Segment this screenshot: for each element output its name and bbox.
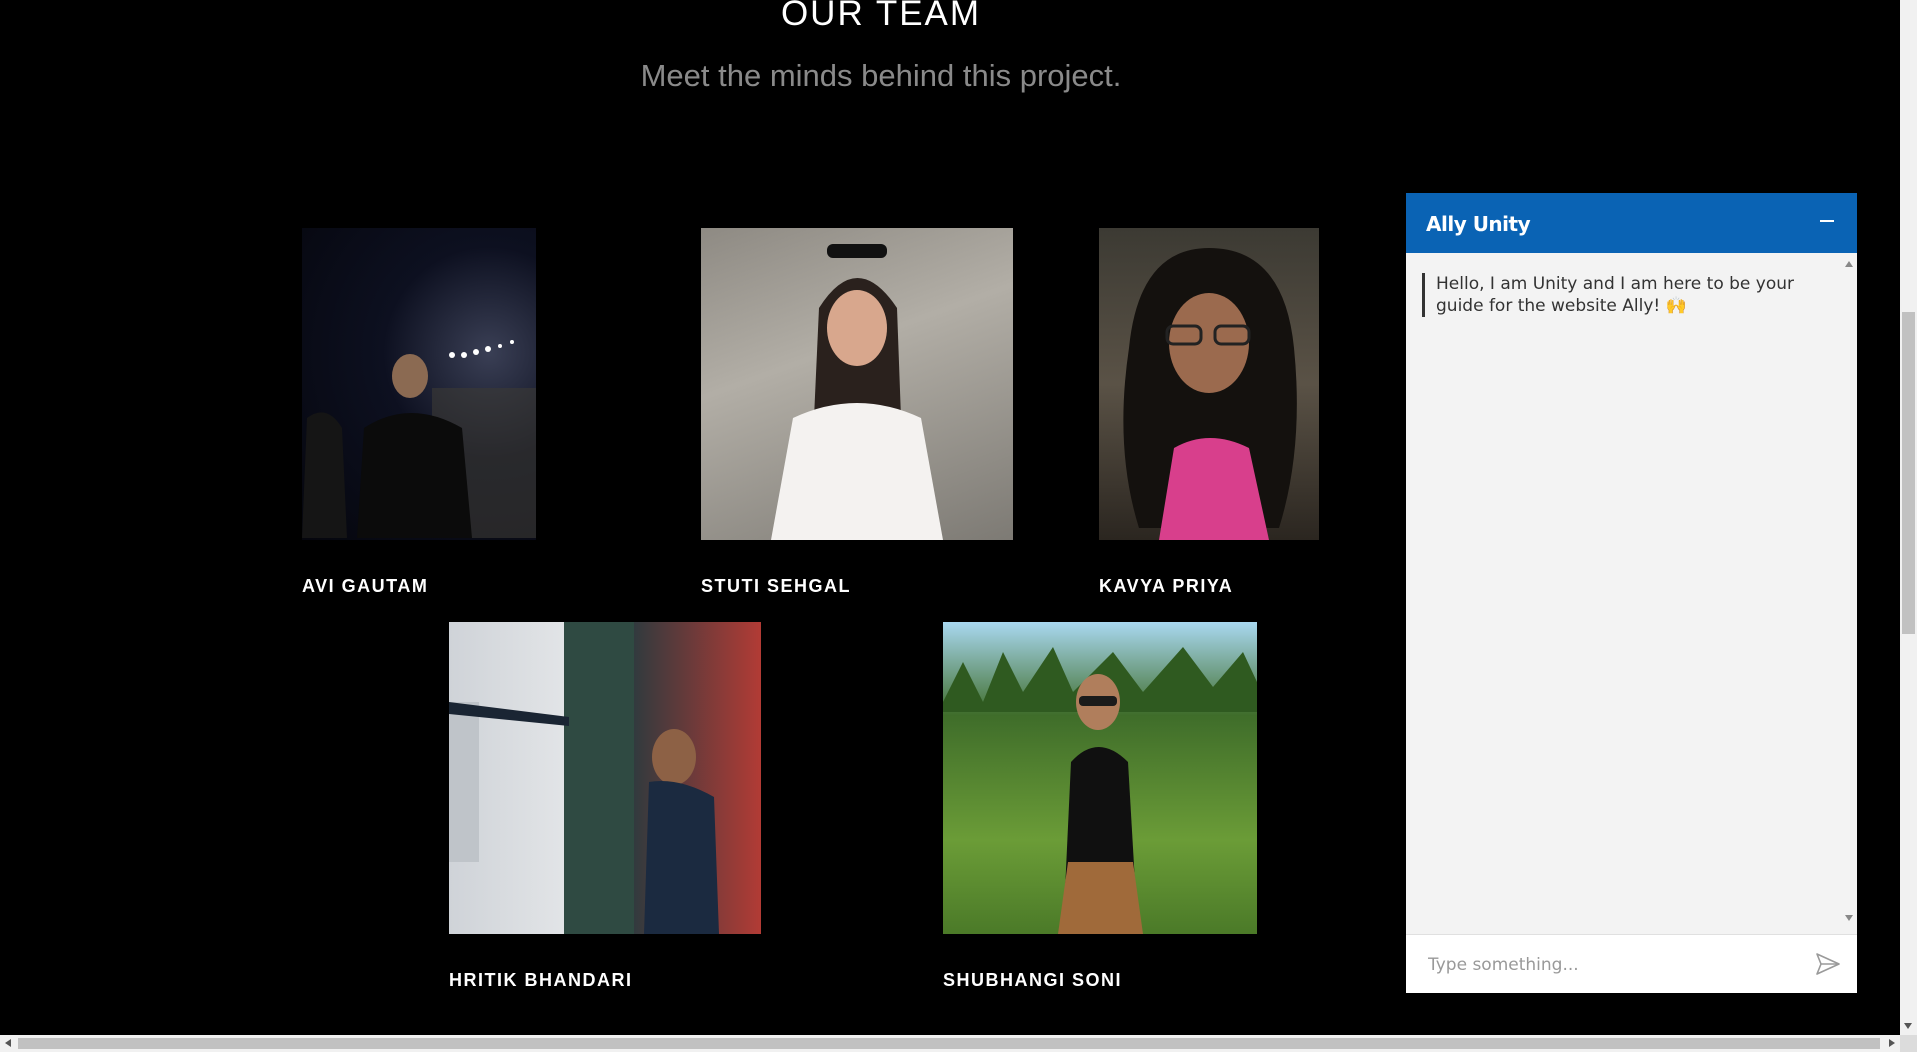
kavya-priya-photo — [1099, 228, 1319, 540]
chat-input-area — [1406, 934, 1857, 993]
scroll-left-arrow-icon[interactable] — [5, 1039, 11, 1047]
chat-widget: Ally Unity Hello, I am Unity and I am he… — [1406, 193, 1857, 993]
member-name: KAVYA PRIYA — [1099, 576, 1234, 596]
shubhangi-soni-photo — [943, 622, 1257, 934]
page-title: OUR TEAM — [780, 0, 982, 33]
page-subtitle: Meet the minds behind this project. — [640, 58, 1122, 93]
scroll-right-arrow-icon[interactable] — [1889, 1039, 1895, 1047]
horizontal-scrollbar[interactable] — [0, 1035, 1900, 1052]
scroll-down-arrow-icon[interactable] — [1845, 915, 1853, 921]
member-name: SHUBHANGI SONI — [943, 970, 1123, 990]
send-icon[interactable] — [1815, 952, 1841, 976]
minimize-icon[interactable] — [1815, 209, 1839, 233]
chat-message: Hello, I am Unity and I am here to be yo… — [1422, 273, 1836, 317]
horizontal-scrollbar-thumb[interactable] — [18, 1038, 1880, 1049]
hritik-bhandari-photo — [449, 622, 761, 934]
chat-title: Ally Unity — [1426, 212, 1531, 236]
avi-gautam-photo — [302, 228, 536, 540]
stuti-sehgal-photo — [701, 228, 1013, 540]
chat-header: Ally Unity — [1406, 193, 1857, 253]
page: OUR TEAM Meet the minds behind this proj… — [0, 0, 1917, 1052]
member-name: STUTI SEHGAL — [701, 576, 852, 596]
vertical-scrollbar-thumb[interactable] — [1902, 312, 1915, 634]
scrollbar-corner — [1900, 1035, 1917, 1052]
scroll-up-arrow-icon[interactable] — [1845, 261, 1853, 267]
scroll-down-arrow-icon[interactable] — [1904, 1023, 1912, 1029]
member-name: HRITIK BHANDARI — [449, 970, 633, 990]
member-name: AVI GAUTAM — [302, 576, 429, 596]
chat-input[interactable] — [1426, 950, 1790, 980]
chat-message-list[interactable]: Hello, I am Unity and I am here to be yo… — [1406, 253, 1857, 929]
vertical-scrollbar[interactable] — [1900, 0, 1917, 1035]
